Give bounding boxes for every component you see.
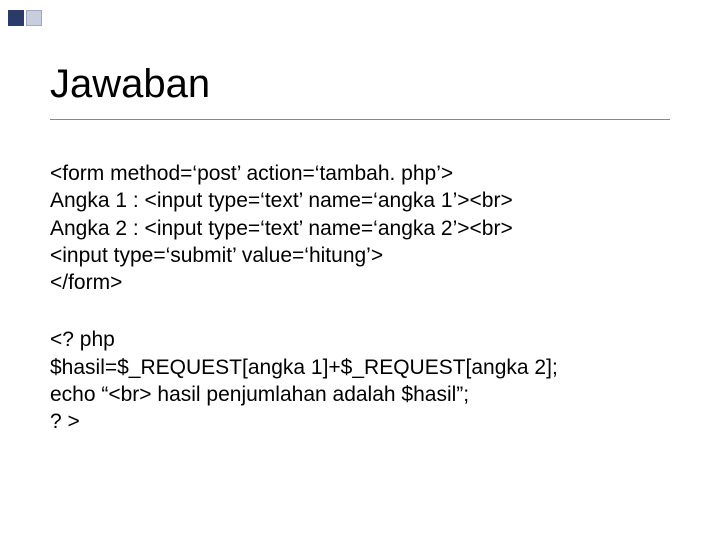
square-light-icon <box>26 10 42 26</box>
code-line: <input type=‘submit’ value=‘hitung’> <box>50 242 670 269</box>
code-block-form: <form method=‘post’ action=‘tambah. php’… <box>50 160 670 296</box>
code-line: $hasil=$_REQUEST[angka 1]+$_REQUEST[angk… <box>50 354 670 381</box>
square-dark-icon <box>8 10 24 26</box>
corner-decoration <box>8 10 42 26</box>
title-divider <box>50 119 670 120</box>
code-line: </form> <box>50 269 670 296</box>
page-title: Jawaban <box>50 62 670 107</box>
code-line: echo “<br> hasil penjumlahan adalah $has… <box>50 381 670 408</box>
slide-content: Jawaban <form method=‘post’ action=‘tamb… <box>0 0 720 436</box>
code-line: Angka 2 : <input type=‘text’ name=‘angka… <box>50 215 670 242</box>
code-line: Angka 1 : <input type=‘text’ name=‘angka… <box>50 187 670 214</box>
code-line: <form method=‘post’ action=‘tambah. php’… <box>50 160 670 187</box>
code-line: ? > <box>50 408 670 435</box>
code-line: <? php <box>50 326 670 353</box>
code-block-php: <? php $hasil=$_REQUEST[angka 1]+$_REQUE… <box>50 326 670 435</box>
